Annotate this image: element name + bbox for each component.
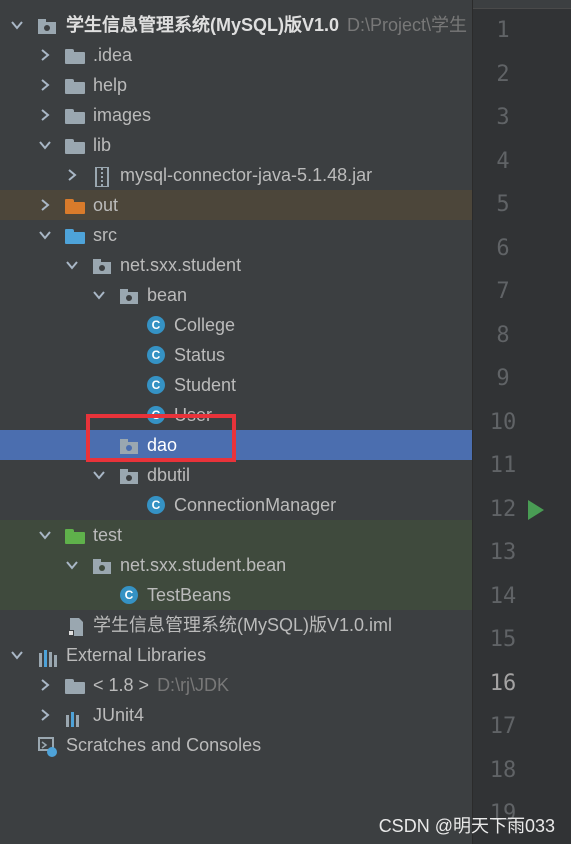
tree-label: dbutil <box>147 465 191 485</box>
tree-row-help[interactable]: help <box>0 70 472 100</box>
folder-icon <box>65 139 85 154</box>
tree-row-package-student[interactable]: net.sxx.student <box>0 250 472 280</box>
tree-label: lib <box>93 135 112 155</box>
editor-gutter: 1 2 3 4 5 6 7 8 9 10 11 12 13 14 15 16 17 18 19 <box>472 0 571 844</box>
highlight-box <box>86 414 236 462</box>
line-number: 10 <box>489 409 517 435</box>
line-number: 5 <box>496 192 510 217</box>
package-icon <box>93 259 111 274</box>
line-number: 7 <box>496 279 510 304</box>
line-number: 16 <box>489 670 517 696</box>
class-icon: C <box>147 316 165 334</box>
tree-label: 学生信息管理系统(MySQL)版V1.0.iml <box>93 615 393 635</box>
tree-label: ConnectionManager <box>174 495 337 515</box>
class-icon: C <box>147 376 165 394</box>
tree-label: TestBeans <box>147 585 232 605</box>
tree-label: mysql-connector-java-5.1.48.jar <box>120 165 373 185</box>
tree-row-images[interactable]: images <box>0 100 472 130</box>
tree-label: images <box>93 105 152 125</box>
tree-label: test <box>93 525 123 545</box>
line-number: 8 <box>496 322 510 348</box>
line-number: 3 <box>496 105 510 130</box>
watermark: CSDN @明天下雨033 <box>378 816 555 836</box>
tree-row-jdk[interactable]: < 1.8 > D:\rj\JDK <box>0 670 472 700</box>
tree-row-student[interactable]: C Student <box>0 370 472 400</box>
tree-row-src[interactable]: src <box>0 220 472 250</box>
tree-row-college[interactable]: C College <box>0 310 472 340</box>
test-class-icon: C <box>120 586 138 604</box>
tree-row-project-root[interactable]: 学生信息管理系统(MySQL)版V1.0 D:\Project\学生 <box>0 10 472 40</box>
tree-label: College <box>174 315 236 335</box>
tree-row-jar[interactable]: mysql-connector-java-5.1.48.jar <box>0 160 472 190</box>
tree-row-junit4[interactable]: JUnit4 <box>0 700 472 730</box>
line-number: 1 <box>496 18 510 43</box>
project-path: D:\Project\学生 <box>347 15 468 35</box>
tree-label: Status <box>174 345 226 365</box>
tree-label: out <box>93 195 119 215</box>
tree-row-test[interactable]: test <box>0 520 472 550</box>
tree-label: JUnit4 <box>93 705 145 725</box>
tree-row-testbeans[interactable]: C TestBeans <box>0 580 472 610</box>
line-number: 6 <box>496 235 510 261</box>
run-icon[interactable] <box>528 500 544 520</box>
tree-row-scratches[interactable]: Scratches and Consoles <box>0 730 472 760</box>
package-icon <box>93 559 111 574</box>
tree-row-idea[interactable]: .idea <box>0 40 472 70</box>
tree-row-external-libraries[interactable]: External Libraries <box>0 640 472 670</box>
line-number: 13 <box>489 540 517 565</box>
project-name: 学生信息管理系统(MySQL)版V1.0 <box>66 15 340 35</box>
line-number: 12 <box>489 496 517 522</box>
tree-row-dao[interactable]: dao <box>0 430 472 460</box>
jdk-label: < 1.8 > <box>93 675 150 695</box>
tree-row-dbutil[interactable]: dbutil <box>0 460 472 490</box>
tree-row-user[interactable]: C User <box>0 400 472 430</box>
tree-row-out[interactable]: out <box>0 190 472 220</box>
tree-row-connection-manager[interactable]: C ConnectionManager <box>0 490 472 520</box>
folder-icon <box>65 49 85 64</box>
line-number: 2 <box>496 61 510 87</box>
jar-icon <box>93 166 111 188</box>
tree-label: External Libraries <box>66 645 207 665</box>
tree-label: src <box>93 225 117 245</box>
tree-row-bean[interactable]: bean <box>0 280 472 310</box>
line-number: 15 <box>489 627 517 652</box>
source-folder-icon <box>65 229 85 244</box>
jdk-folder-icon <box>65 679 85 694</box>
module-folder-icon <box>38 19 56 34</box>
class-icon: C <box>147 346 165 364</box>
tree-row-lib[interactable]: lib <box>0 130 472 160</box>
line-number: 17 <box>489 714 517 739</box>
libraries-icon <box>38 646 57 667</box>
tree-row-iml[interactable]: 学生信息管理系统(MySQL)版V1.0.iml <box>0 610 472 640</box>
package-icon <box>120 289 138 304</box>
tree-label: .idea <box>93 45 133 65</box>
folder-icon <box>65 79 85 94</box>
scratches-icon <box>38 736 57 757</box>
tree-row-status[interactable]: C Status <box>0 340 472 370</box>
test-folder-icon <box>65 529 85 544</box>
tree-label: Student <box>174 375 237 395</box>
line-number: 14 <box>489 583 517 609</box>
tree-row-package-bean[interactable]: net.sxx.student.bean <box>0 550 472 580</box>
line-number: 4 <box>496 148 510 174</box>
folder-icon <box>65 109 85 124</box>
jdk-path: D:\rj\JDK <box>157 675 230 695</box>
project-tree[interactable]: 学生信息管理系统(MySQL)版V1.0 D:\Project\学生 .idea … <box>0 10 472 760</box>
package-icon <box>120 469 138 484</box>
editor-tab-bar <box>473 0 571 9</box>
line-number: 9 <box>496 366 510 391</box>
line-number: 18 <box>489 757 517 783</box>
class-icon: C <box>147 496 165 514</box>
excluded-folder-icon <box>65 199 85 214</box>
library-icon <box>65 706 83 727</box>
module-file-icon <box>67 616 85 636</box>
tree-label: bean <box>147 285 188 305</box>
line-number: 11 <box>489 453 517 478</box>
tree-label: net.sxx.student <box>120 255 242 275</box>
tree-label: help <box>93 75 128 95</box>
tree-label: Scratches and Consoles <box>66 735 262 755</box>
tree-label: net.sxx.student.bean <box>120 555 287 575</box>
